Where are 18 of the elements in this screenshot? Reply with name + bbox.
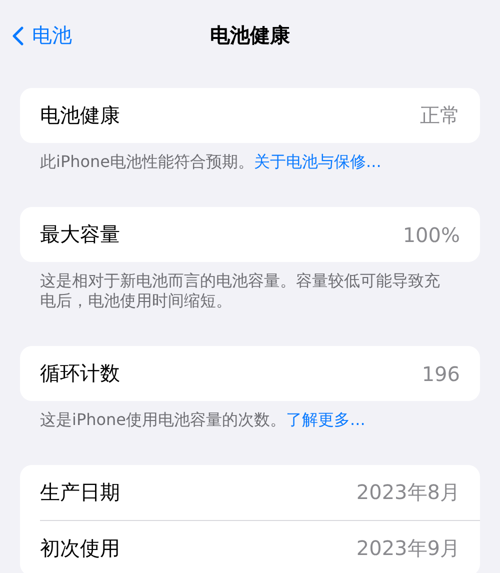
row-value: 100% [402,222,460,246]
row-value: 2023年9月 [356,535,460,562]
page-title: 电池健康 [210,22,290,48]
row-label: 生产日期 [40,479,120,506]
back-button[interactable]: 电池 [12,22,72,49]
row-value: 正常 [420,102,460,129]
row-value: 196 [422,362,460,386]
row-label: 电池健康 [40,102,120,129]
footer-link[interactable]: 关于电池与保修... [254,152,382,171]
row-label: 最大容量 [40,221,120,248]
footer-text: 这是iPhone使用电池容量的次数。了解更多... [39,409,366,431]
footer-text: 这是相对于新电池而言的电池容量。容量较低可能导致充电后，电池使用时间缩短。 [39,270,441,312]
footer-link[interactable]: 了解更多... [286,410,366,429]
footer-text: 此iPhone电池性能符合预期。关于电池与保修... [39,151,382,173]
row-value: 2023年8月 [356,479,460,506]
row-label: 初次使用 [40,535,120,562]
row-label: 循环计数 [40,360,120,387]
back-chevron-icon [12,26,24,46]
